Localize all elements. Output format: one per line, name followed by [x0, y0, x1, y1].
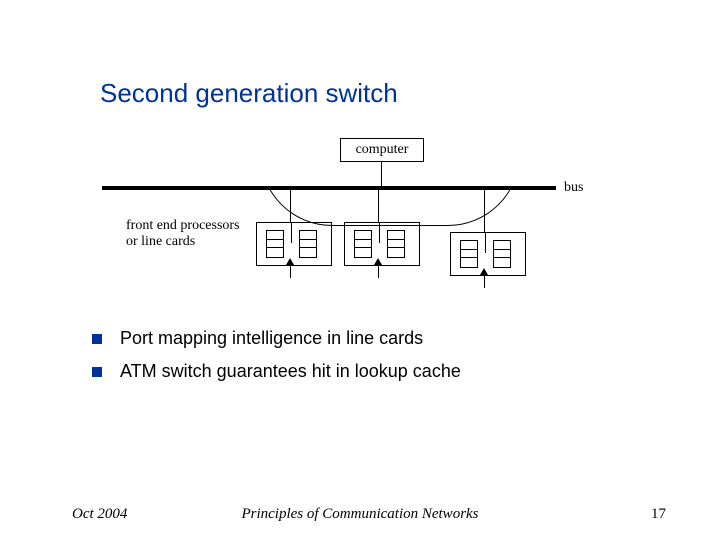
- footer-title: Principles of Communication Networks: [0, 506, 720, 523]
- bullet-square-icon: [92, 367, 102, 377]
- up-arrow-1-head: [286, 258, 294, 265]
- list-item: ATM switch guarantees hit in lookup cach…: [92, 361, 461, 382]
- page-number: 17: [651, 506, 666, 523]
- up-arrow-2-head: [374, 258, 382, 265]
- line-card-3: [450, 232, 526, 276]
- line-card-1: [256, 222, 332, 266]
- computer-drop-line: [381, 162, 382, 186]
- fep-label: front end processors or line cards: [126, 218, 240, 250]
- bullet-list: Port mapping intelligence in line cards …: [92, 328, 461, 394]
- list-item: Port mapping intelligence in line cards: [92, 328, 461, 349]
- up-arrow-1-stem: [290, 264, 291, 278]
- up-arrow-3-stem: [484, 274, 485, 288]
- up-arrow-3-head: [480, 268, 488, 275]
- up-arrow-2-stem: [378, 264, 379, 278]
- computer-box: computer: [340, 138, 424, 162]
- bullet-text: ATM switch guarantees hit in lookup cach…: [120, 361, 461, 382]
- bullet-square-icon: [92, 334, 102, 344]
- line-card-2: [344, 222, 420, 266]
- bus-label: bus: [564, 180, 583, 196]
- slide-title: Second generation switch: [100, 78, 398, 109]
- control-arc: [260, 154, 520, 226]
- bullet-text: Port mapping intelligence in line cards: [120, 328, 423, 349]
